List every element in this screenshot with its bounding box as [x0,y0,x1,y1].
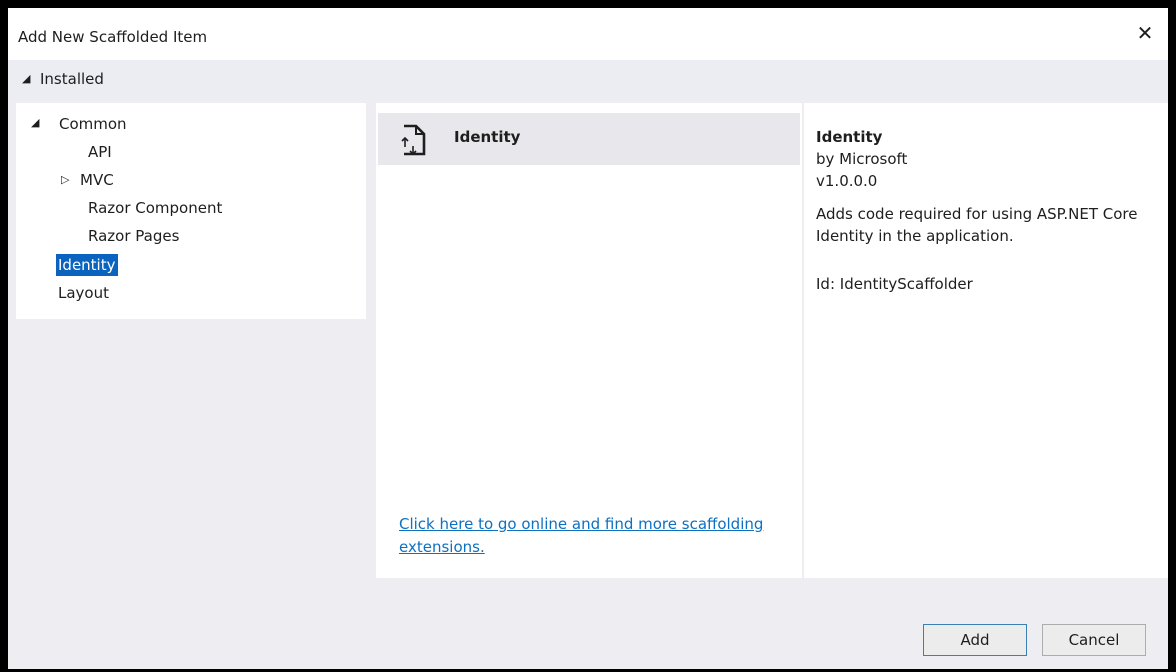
dialog-title: Add New Scaffolded Item [18,28,208,46]
add-scaffolded-item-dialog: Add New Scaffolded Item ✕ ◢ Installed ◢ … [8,8,1168,669]
tree-item-layout[interactable]: Layout [58,282,109,304]
detail-description: Adds code required for using ASP.NET Cor… [816,205,1138,245]
installed-header[interactable]: ◢ Installed [8,60,1168,100]
installed-label: Installed [40,70,104,88]
collapse-triangle-icon[interactable]: ◢ [31,116,39,129]
category-tree: ◢ Common API ▷ MVC Razor Component Razor… [16,103,366,319]
close-icon[interactable]: ✕ [1134,22,1156,44]
add-button[interactable]: Add [923,624,1027,656]
tree-item-common[interactable]: Common [59,113,127,135]
detail-version: v1.0.0.0 [816,172,878,190]
online-extensions-link[interactable]: Click here to go online and find more sc… [399,513,789,559]
scaffolder-list: Identity Click here to go online and fin… [376,103,802,578]
collapse-triangle-icon[interactable]: ◢ [22,72,30,85]
title-bar: Add New Scaffolded Item ✕ [8,8,1168,60]
tree-item-api[interactable]: API [88,141,112,163]
details-pane: Identity by Microsoft v1.0.0.0 Adds code… [804,103,1168,578]
detail-author: by Microsoft [816,150,908,168]
scaffolder-item-name: Identity [454,128,521,146]
cancel-button[interactable]: Cancel [1042,624,1146,656]
expand-triangle-icon[interactable]: ▷ [61,173,69,186]
detail-id: Id: IdentityScaffolder [816,275,973,293]
detail-name: Identity [816,128,883,146]
tree-item-identity[interactable]: Identity [56,254,118,276]
tree-item-razor-component[interactable]: Razor Component [88,197,222,219]
scaffolder-item-identity[interactable]: Identity [378,113,800,165]
scaffold-file-icon [401,124,426,156]
tree-item-mvc[interactable]: MVC [80,169,114,191]
tree-item-razor-pages[interactable]: Razor Pages [88,225,179,247]
